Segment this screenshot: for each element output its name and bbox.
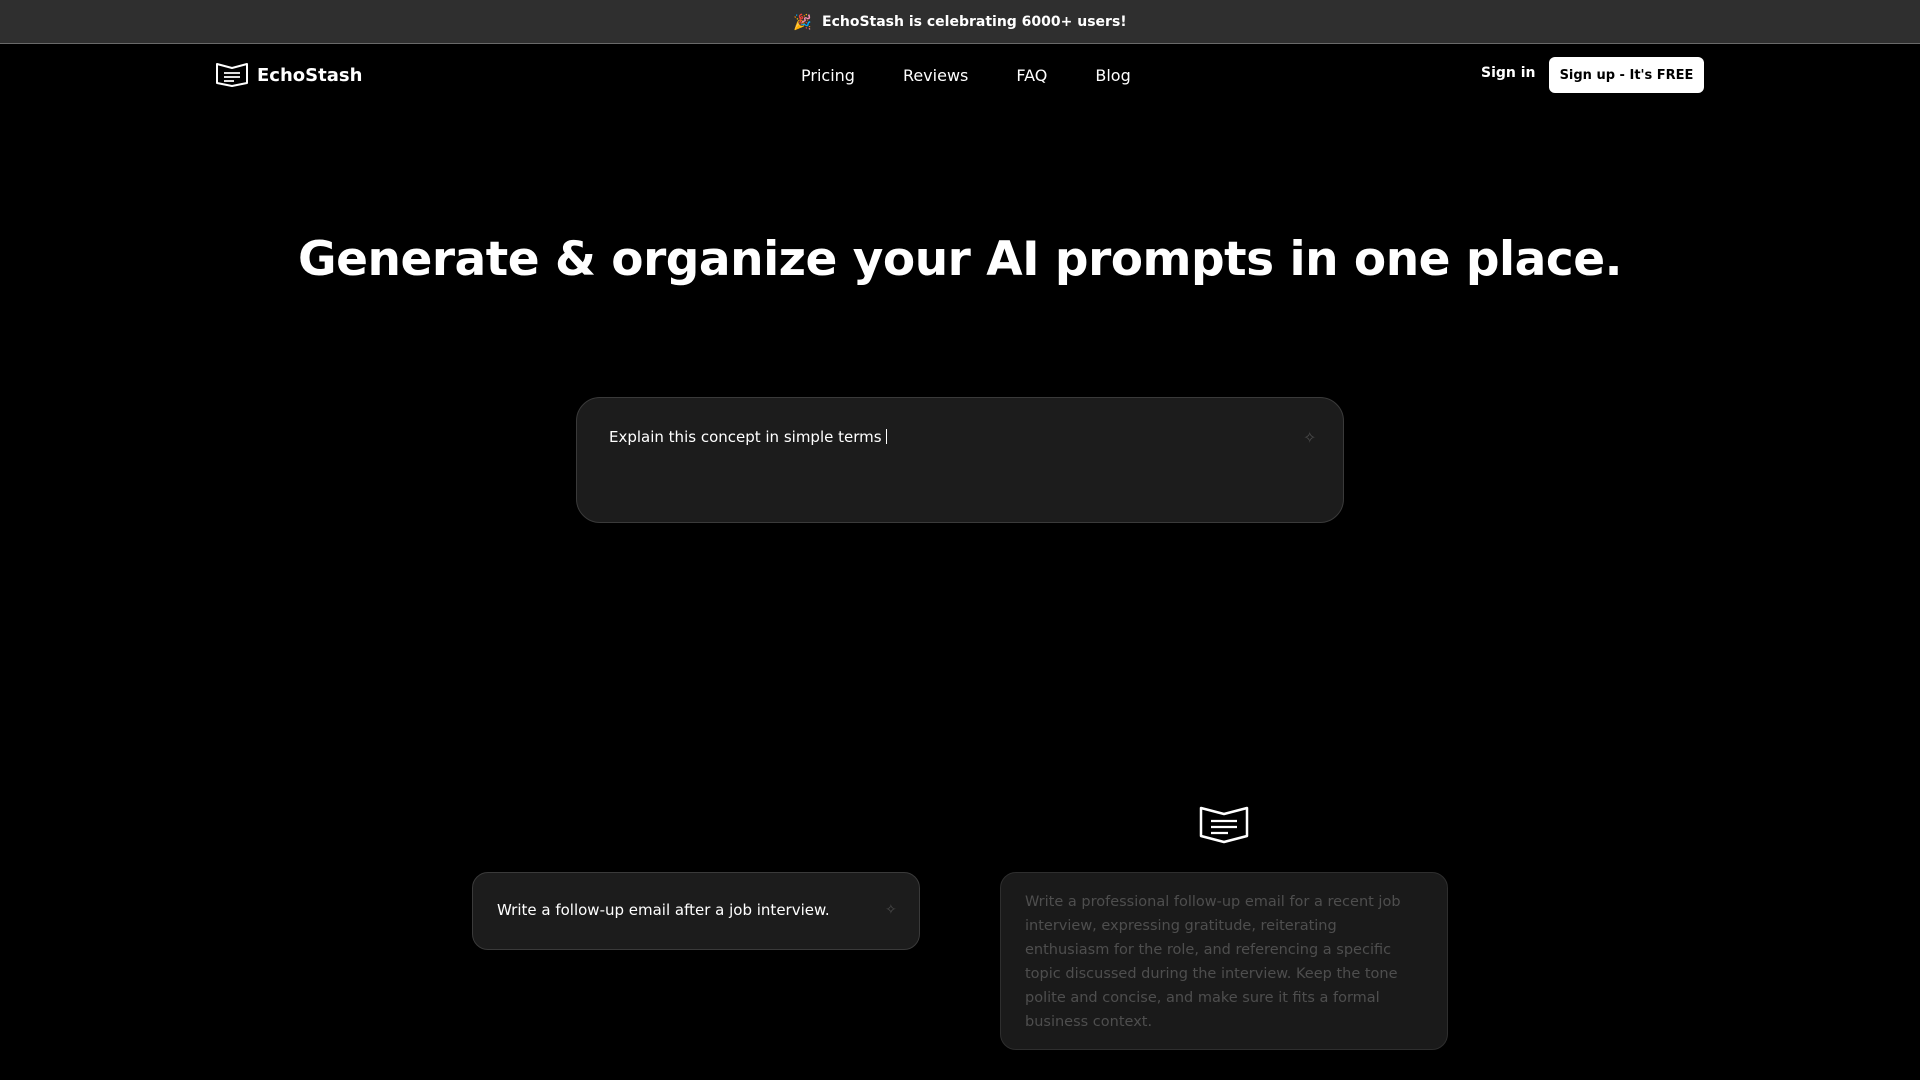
echostash-logo-icon	[216, 63, 248, 87]
hero-title: Generate & organize your AI prompts in o…	[298, 232, 1622, 287]
nav-link-faq[interactable]: FAQ	[1016, 66, 1047, 85]
brand-logo-link[interactable]: EchoStash	[215, 60, 362, 90]
announcement-text: EchoStash is celebrating 6000+ users!	[822, 13, 1127, 30]
nav-link-pricing[interactable]: Pricing	[801, 66, 855, 85]
nav-link-blog[interactable]: Blog	[1095, 66, 1130, 85]
sign-up-button[interactable]: Sign up - It's FREE	[1549, 57, 1704, 93]
brand-name: EchoStash	[257, 64, 363, 86]
demo-input-card: Write a follow-up email after a job inte…	[472, 872, 920, 950]
prompt-input[interactable]: Explain this concept in simple terms ✧	[576, 397, 1344, 523]
text-caret	[885, 429, 887, 444]
demo-output-text: Write a professional follow-up email for…	[1025, 894, 1401, 1030]
nav-links: Pricing Reviews FAQ Blog	[801, 45, 1131, 105]
echostash-logo-icon	[1199, 806, 1249, 844]
announcement-bar: 🎉 EchoStash is celebrating 6000+ users!	[0, 0, 1920, 44]
top-nav: EchoStash Pricing Reviews FAQ Blog Sign …	[0, 45, 1920, 105]
sparkle-icon[interactable]: ✧	[1303, 430, 1316, 446]
prompt-input-text: Explain this concept in simple terms	[609, 428, 887, 446]
sparkle-icon: ✧	[885, 902, 897, 918]
demo-output-card: Write a professional follow-up email for…	[1000, 872, 1448, 1050]
sign-in-link[interactable]: Sign in	[1481, 65, 1536, 81]
nav-link-reviews[interactable]: Reviews	[903, 66, 968, 85]
demo-input-text: Write a follow-up email after a job inte…	[497, 901, 830, 919]
party-popper-icon: 🎉	[793, 12, 813, 31]
